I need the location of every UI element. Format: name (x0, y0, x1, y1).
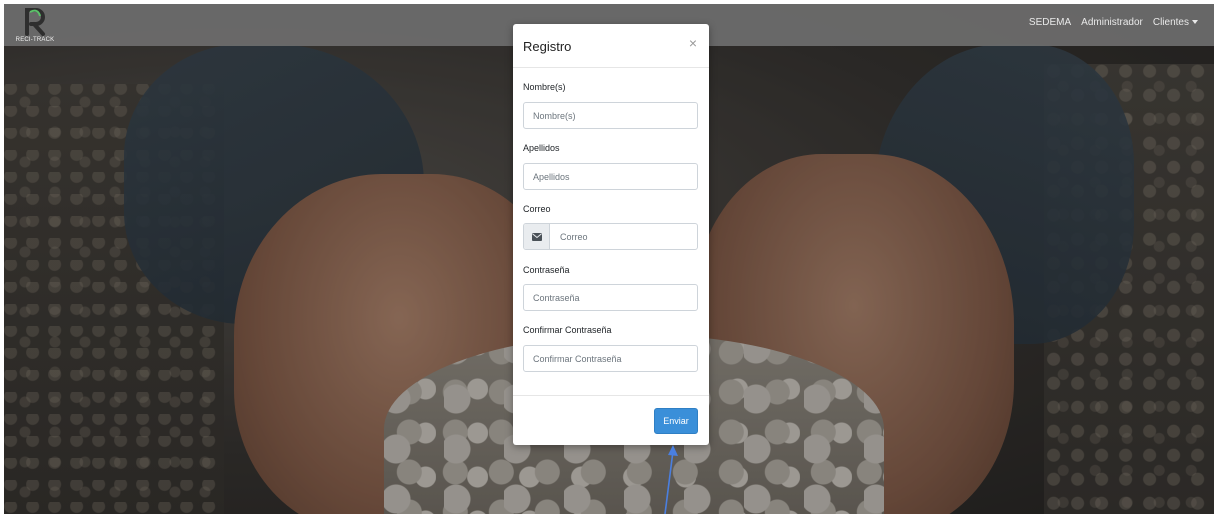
nav-link-administrador[interactable]: Administrador (1081, 17, 1143, 28)
envelope-icon (532, 233, 542, 241)
email-addon (524, 224, 550, 249)
app-frame: RECI-TRACK SEDEMA Administrador Clientes… (0, 0, 1218, 514)
nav-dropdown-clientes-label: Clientes (1152, 17, 1189, 28)
nav-dropdown-clientes[interactable]: Clientes (1153, 17, 1198, 28)
last-name-label: Apellidos (523, 143, 560, 153)
modal-header: Registro × (513, 24, 709, 68)
register-modal: Registro × Nombre(s) Apellidos Correo Co… (513, 24, 709, 445)
annotation-arrow-icon (664, 445, 678, 514)
first-name-label: Nombre(s) (523, 82, 566, 92)
email-label: Correo (523, 204, 551, 214)
brand-logo[interactable]: RECI-TRACK (10, 6, 60, 46)
confirm-password-label: Confirmar Contraseña (523, 325, 612, 335)
caret-down-icon (1192, 20, 1198, 25)
modal-title: Registro (523, 39, 572, 54)
password-label: Contraseña (523, 265, 570, 275)
email-input[interactable] (550, 224, 697, 249)
last-name-input[interactable] (523, 163, 698, 190)
email-input-group (523, 223, 698, 250)
confirm-password-input[interactable] (523, 345, 698, 372)
logo-text: RECI-TRACK (15, 37, 55, 43)
close-button[interactable]: × (689, 36, 697, 50)
logo-r-icon (25, 8, 45, 36)
first-name-input[interactable] (523, 102, 698, 129)
nav-links: SEDEMA Administrador Clientes (1029, 17, 1198, 28)
password-input[interactable] (523, 284, 698, 311)
submit-button[interactable]: Enviar (654, 408, 698, 434)
nav-link-sedema[interactable]: SEDEMA (1029, 17, 1071, 28)
modal-footer: Enviar (513, 395, 709, 445)
